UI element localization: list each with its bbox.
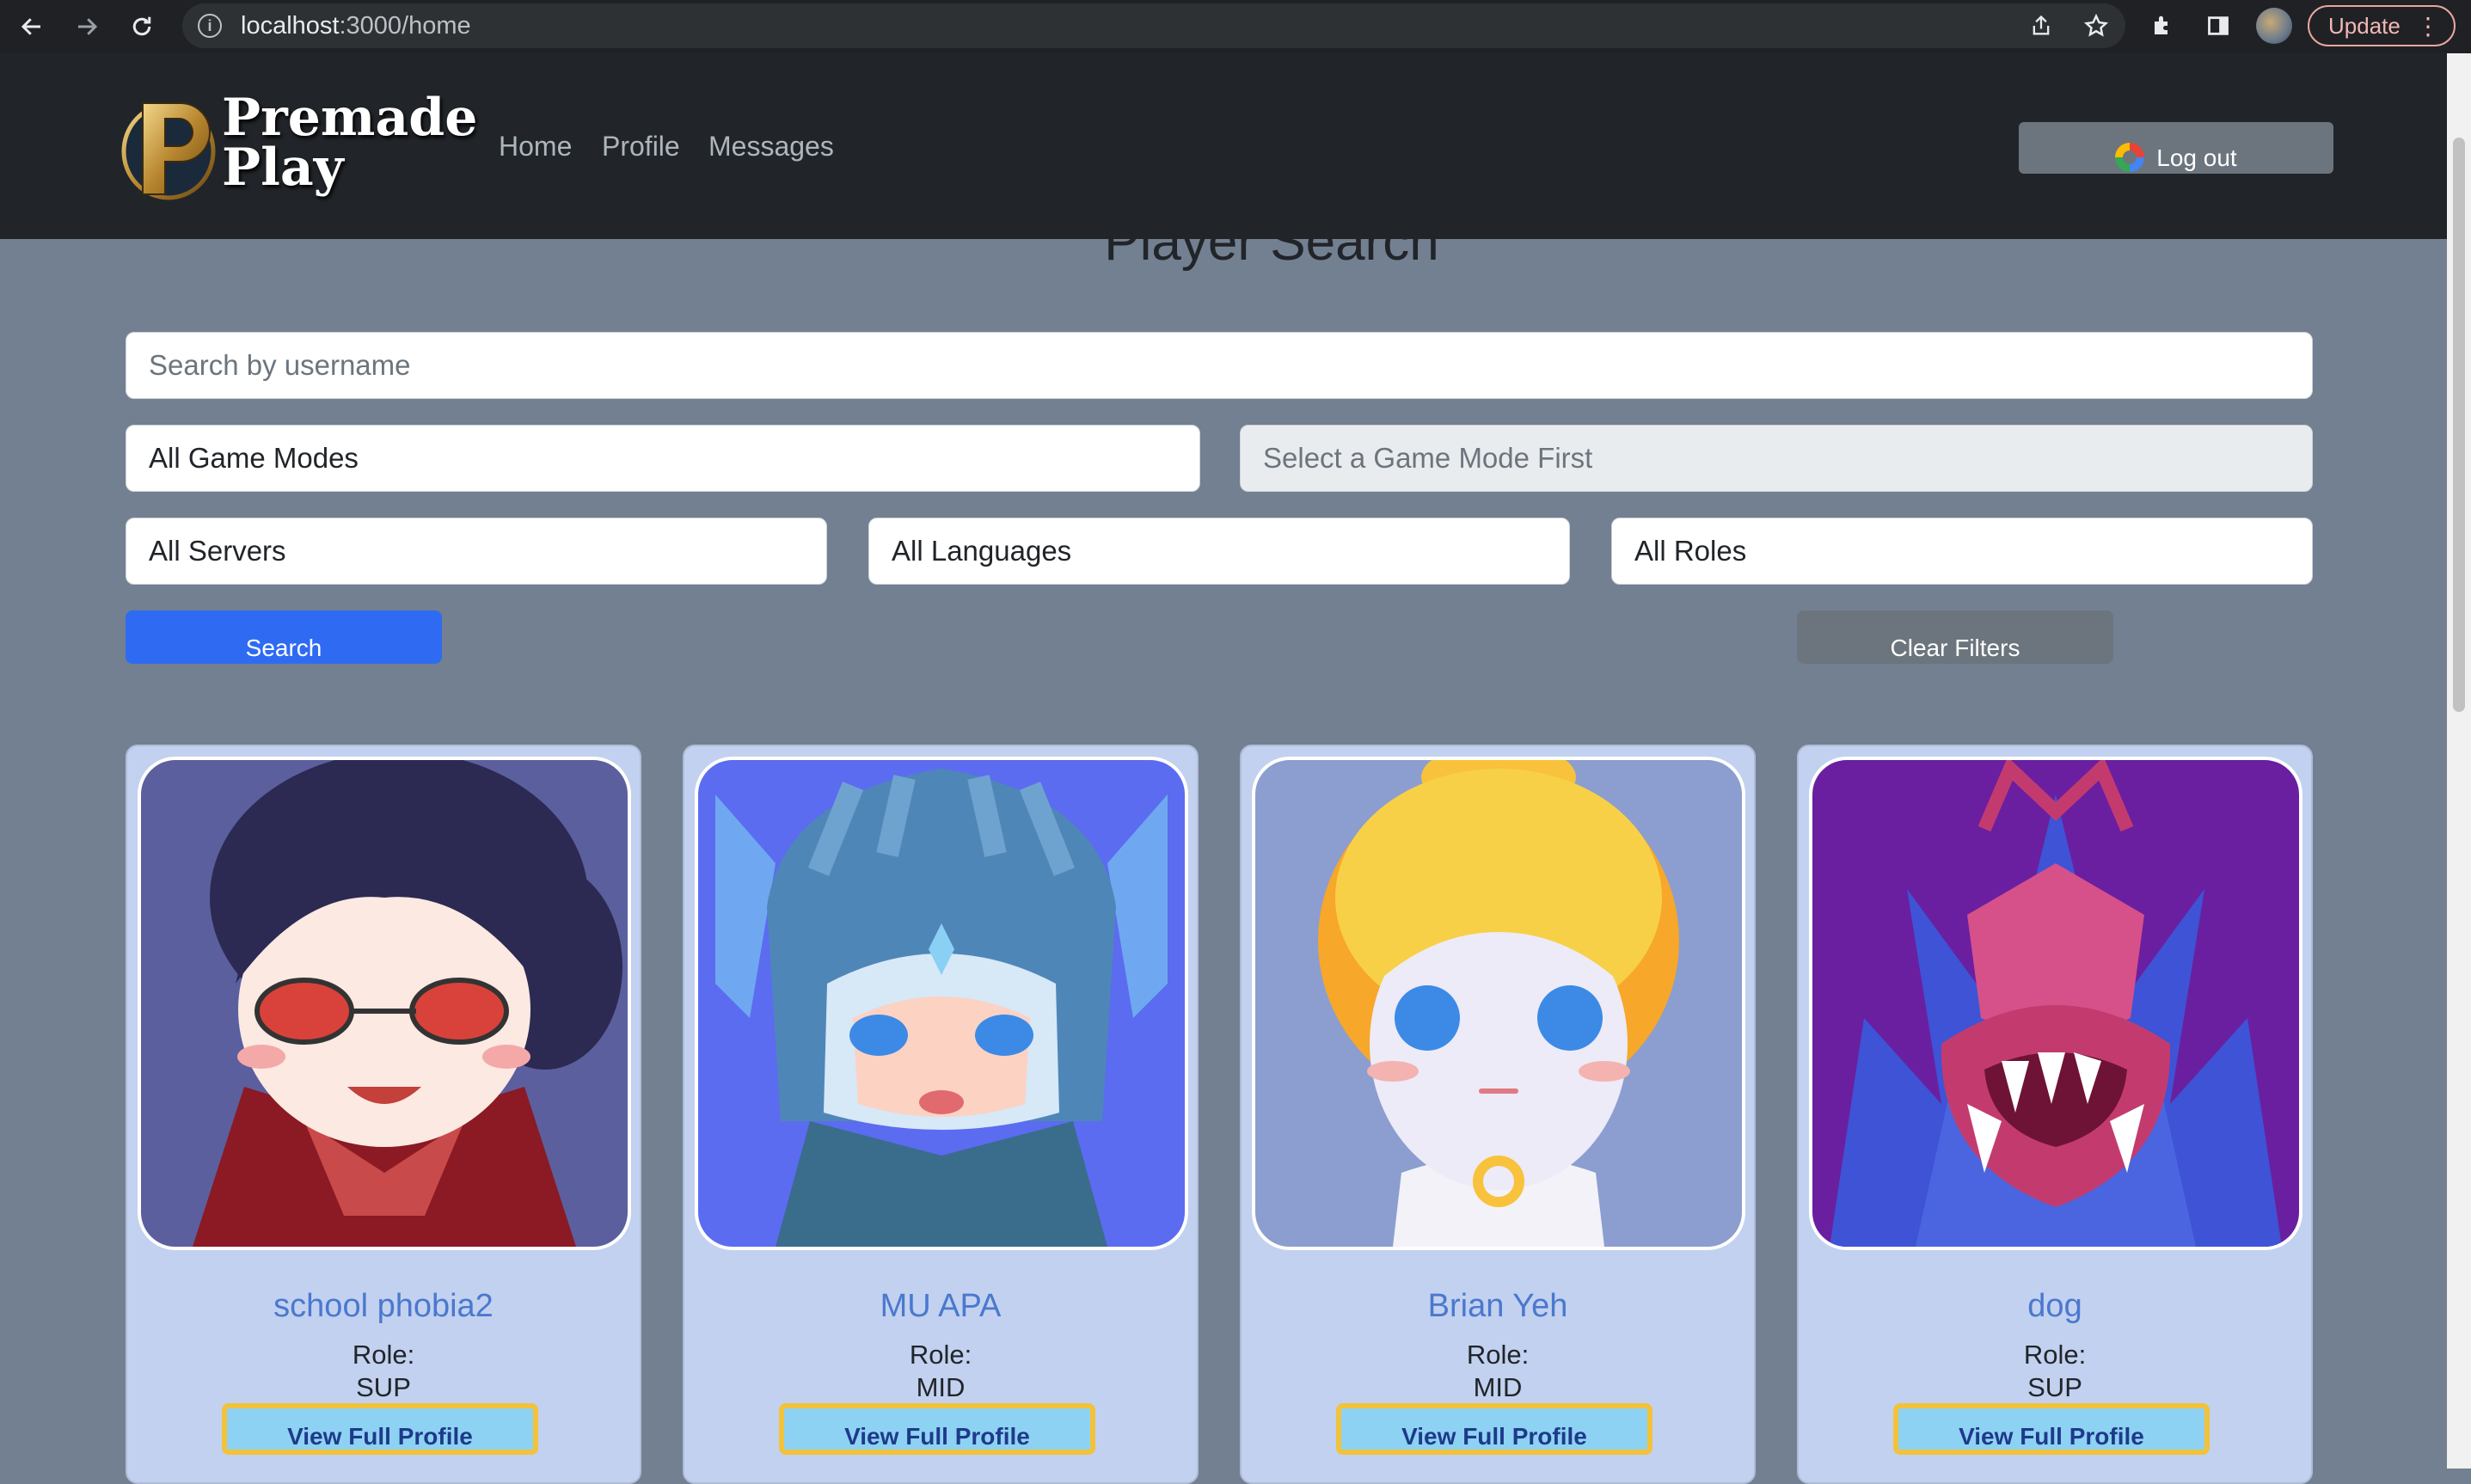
player-role-label: Role: xyxy=(909,1340,972,1370)
username-search-input[interactable]: Search by username xyxy=(126,332,2313,399)
player-avatar[interactable] xyxy=(1809,757,2302,1250)
player-avatar[interactable] xyxy=(1252,757,1745,1250)
player-card: school phobia2 Role: SUP View Full Profi… xyxy=(126,745,641,1484)
clear-filters-button[interactable]: Clear Filters xyxy=(1797,610,2113,664)
nav-profile-link[interactable]: Profile xyxy=(602,131,680,163)
player-name[interactable]: dog xyxy=(1799,1288,2311,1325)
scrollbar-thumb[interactable] xyxy=(2453,138,2465,712)
view-full-profile-button[interactable]: View Full Profile xyxy=(222,1403,538,1455)
profile-avatar-icon[interactable] xyxy=(2256,8,2292,44)
view-full-profile-button[interactable]: View Full Profile xyxy=(1893,1403,2210,1455)
view-full-profile-button[interactable]: View Full Profile xyxy=(779,1403,1095,1455)
language-select[interactable]: All Languages xyxy=(868,518,1570,585)
sub-mode-select[interactable]: Select a Game Mode First xyxy=(1240,425,2313,492)
nav-messages-link[interactable]: Messages xyxy=(708,131,834,163)
google-icon xyxy=(2115,143,2145,172)
logo-line-2: Play xyxy=(222,138,344,198)
logout-button[interactable]: Log out xyxy=(2019,122,2333,174)
player-role: SUP xyxy=(356,1372,411,1402)
player-role-label: Role: xyxy=(352,1340,415,1370)
player-card: dog Role: SUP View Full Profile xyxy=(1797,745,2313,1484)
share-icon[interactable] xyxy=(2022,7,2060,45)
logo-text[interactable]: Premade Play xyxy=(222,88,480,198)
player-name[interactable]: MU APA xyxy=(684,1288,1197,1325)
game-mode-select[interactable]: All Game Modes xyxy=(126,425,1200,492)
role-select[interactable]: All Roles xyxy=(1611,518,2313,585)
player-role: MID xyxy=(1473,1372,1523,1402)
site-info-icon[interactable]: i xyxy=(198,14,222,38)
extensions-icon[interactable] xyxy=(2144,7,2182,45)
player-role: MID xyxy=(916,1372,966,1402)
side-panel-icon[interactable] xyxy=(2199,7,2237,45)
url-text: localhost:3000/home xyxy=(241,11,471,40)
address-bar[interactable]: i localhost:3000/home xyxy=(182,3,2125,48)
view-full-profile-button[interactable]: View Full Profile xyxy=(1336,1403,1652,1455)
forward-icon[interactable] xyxy=(67,7,107,46)
player-name[interactable]: school phobia2 xyxy=(127,1288,640,1325)
player-avatar[interactable] xyxy=(138,757,631,1250)
update-label: Update xyxy=(2328,12,2400,39)
three-dots-icon[interactable]: ⋮ xyxy=(2416,12,2440,40)
player-role-label: Role: xyxy=(2023,1340,2087,1370)
logo-line-1: Premade xyxy=(222,88,478,148)
logout-label: Log out xyxy=(2156,144,2237,171)
logo-icon[interactable] xyxy=(120,93,222,203)
bookmark-star-icon[interactable] xyxy=(2077,7,2115,45)
player-role-label: Role: xyxy=(1466,1340,1530,1370)
search-button[interactable]: Search xyxy=(126,610,442,664)
back-icon[interactable] xyxy=(12,7,52,46)
player-role: SUP xyxy=(2027,1372,2082,1402)
reload-icon[interactable] xyxy=(122,7,162,46)
browser-toolbar: i localhost:3000/home Update ⋮ xyxy=(0,0,2471,53)
update-button[interactable]: Update ⋮ xyxy=(2308,5,2456,46)
nav-home-link[interactable]: Home xyxy=(499,131,572,163)
player-card: MU APA Role: MID View Full Profile xyxy=(683,745,1199,1484)
server-select[interactable]: All Servers xyxy=(126,518,827,585)
player-name[interactable]: Brian Yeh xyxy=(1242,1288,1754,1325)
player-avatar[interactable] xyxy=(695,757,1188,1250)
player-card: Brian Yeh Role: MID View Full Profile xyxy=(1240,745,1756,1484)
